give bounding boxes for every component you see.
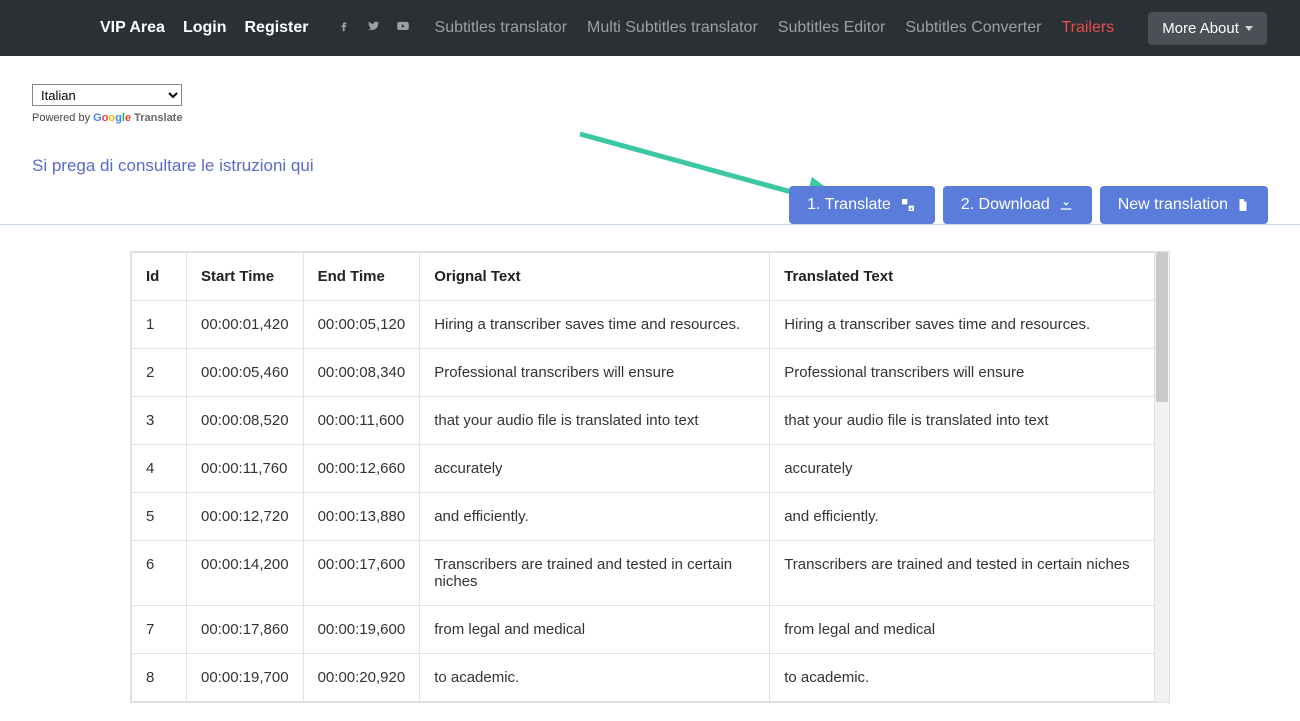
youtube-icon[interactable] [395, 19, 411, 38]
table-row: 300:00:08,52000:00:11,600that your audio… [132, 397, 1155, 445]
table-row: 500:00:12,72000:00:13,880and efficiently… [132, 493, 1155, 541]
cell-start: 00:00:14,200 [187, 541, 304, 606]
col-end: End Time [303, 253, 420, 301]
cell-start: 00:00:08,520 [187, 397, 304, 445]
cell-id: 8 [132, 654, 187, 702]
translate-icon [899, 197, 917, 213]
cell-trans: that your audio file is translated into … [770, 397, 1155, 445]
scrollbar-track[interactable] [1155, 252, 1169, 702]
twitter-icon[interactable] [365, 19, 381, 38]
cell-id: 7 [132, 606, 187, 654]
cell-id: 5 [132, 493, 187, 541]
file-icon [1236, 197, 1250, 213]
caret-down-icon [1245, 26, 1253, 31]
action-buttons: 1. Translate 2. Download New translation [789, 186, 1268, 224]
cell-end: 00:00:11,600 [303, 397, 420, 445]
cell-orig: to academic. [420, 654, 770, 702]
cell-orig: Professional transcribers will ensure [420, 349, 770, 397]
cell-trans: accurately [770, 445, 1155, 493]
table-row: 200:00:05,46000:00:08,340Professional tr… [132, 349, 1155, 397]
nav-vip[interactable]: VIP Area [100, 19, 165, 37]
download-button[interactable]: 2. Download [943, 186, 1092, 224]
new-translation-button[interactable]: New translation [1100, 186, 1268, 224]
cell-trans: to academic. [770, 654, 1155, 702]
facebook-icon[interactable] [337, 19, 351, 38]
cell-id: 1 [132, 301, 187, 349]
nav-subtitles-translator[interactable]: Subtitles translator [435, 19, 568, 37]
cell-orig: accurately [420, 445, 770, 493]
cell-start: 00:00:01,420 [187, 301, 304, 349]
nav-login[interactable]: Login [183, 19, 227, 37]
translate-button[interactable]: 1. Translate [789, 186, 935, 224]
nav-left: VIP Area Login Register [100, 19, 411, 38]
nav-subtitles-converter[interactable]: Subtitles Converter [905, 19, 1041, 37]
col-orig: Orignal Text [420, 253, 770, 301]
cell-id: 3 [132, 397, 187, 445]
table-row: 800:00:19,70000:00:20,920to academic.to … [132, 654, 1155, 702]
nav-trailers[interactable]: Trailers [1061, 19, 1114, 37]
nav-multi-translator[interactable]: Multi Subtitles translator [587, 19, 758, 37]
instructions-link[interactable]: Si prega di consultare le istruzioni qui [32, 156, 314, 176]
table-row: 400:00:11,76000:00:12,660accuratelyaccur… [132, 445, 1155, 493]
col-trans: Translated Text [770, 253, 1155, 301]
cell-end: 00:00:19,600 [303, 606, 420, 654]
cell-trans: Professional transcribers will ensure [770, 349, 1155, 397]
cell-end: 00:00:08,340 [303, 349, 420, 397]
cell-end: 00:00:20,920 [303, 654, 420, 702]
cell-trans: and efficiently. [770, 493, 1155, 541]
powered-by-google: Powered by Google Translate [32, 112, 1268, 124]
cell-id: 2 [132, 349, 187, 397]
language-select[interactable]: Italian [32, 84, 182, 106]
cell-trans: Hiring a transcriber saves time and reso… [770, 301, 1155, 349]
cell-orig: Hiring a transcriber saves time and reso… [420, 301, 770, 349]
cell-orig: Transcribers are trained and tested in c… [420, 541, 770, 606]
scrollbar-thumb[interactable] [1156, 252, 1168, 402]
cell-end: 00:00:05,120 [303, 301, 420, 349]
cell-orig: and efficiently. [420, 493, 770, 541]
cell-trans: Transcribers are trained and tested in c… [770, 541, 1155, 606]
cell-start: 00:00:17,860 [187, 606, 304, 654]
table-row: 100:00:01,42000:00:05,120Hiring a transc… [132, 301, 1155, 349]
nav-mid: Subtitles translator Multi Subtitles tra… [435, 12, 1267, 45]
more-about-label: More About [1162, 20, 1239, 37]
cell-start: 00:00:19,700 [187, 654, 304, 702]
download-icon [1058, 197, 1074, 213]
subtitles-table: Id Start Time End Time Orignal Text Tran… [131, 252, 1155, 702]
cell-end: 00:00:17,600 [303, 541, 420, 606]
table-header-row: Id Start Time End Time Orignal Text Tran… [132, 253, 1155, 301]
cell-orig: from legal and medical [420, 606, 770, 654]
col-id: Id [132, 253, 187, 301]
cell-trans: from legal and medical [770, 606, 1155, 654]
social-icons [337, 19, 411, 38]
top-section: Italian Powered by Google Translate Si p… [0, 56, 1300, 225]
table-row: 700:00:17,86000:00:19,600from legal and … [132, 606, 1155, 654]
cell-end: 00:00:12,660 [303, 445, 420, 493]
cell-start: 00:00:12,720 [187, 493, 304, 541]
more-about-dropdown[interactable]: More About [1148, 12, 1267, 45]
nav-subtitles-editor[interactable]: Subtitles Editor [778, 19, 886, 37]
cell-end: 00:00:13,880 [303, 493, 420, 541]
cell-start: 00:00:05,460 [187, 349, 304, 397]
cell-id: 4 [132, 445, 187, 493]
navbar: VIP Area Login Register Subtitles transl… [0, 0, 1300, 56]
cell-start: 00:00:11,760 [187, 445, 304, 493]
subtitles-table-wrap: Id Start Time End Time Orignal Text Tran… [130, 251, 1170, 703]
nav-register[interactable]: Register [244, 19, 308, 37]
cell-orig: that your audio file is translated into … [420, 397, 770, 445]
table-row: 600:00:14,20000:00:17,600Transcribers ar… [132, 541, 1155, 606]
col-start: Start Time [187, 253, 304, 301]
cell-id: 6 [132, 541, 187, 606]
